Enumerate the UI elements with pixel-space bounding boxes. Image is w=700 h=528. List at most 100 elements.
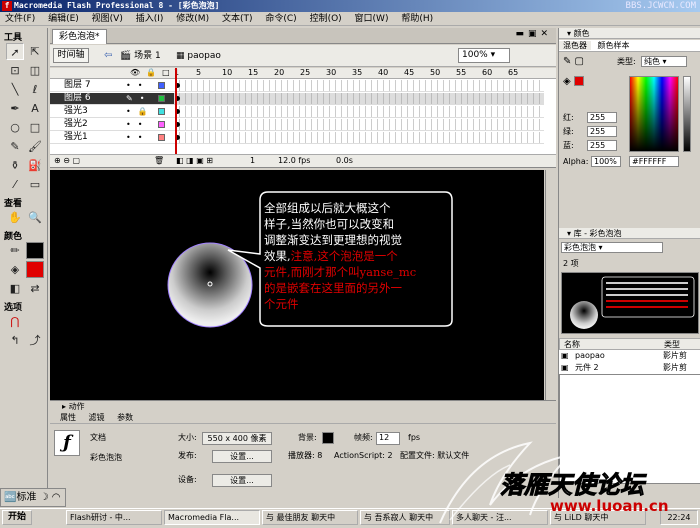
background-color-swatch[interactable]	[322, 432, 334, 444]
red-input[interactable]: 255	[587, 112, 617, 123]
straighten-icon[interactable]: ⤴	[26, 332, 44, 349]
layer-row[interactable]: 图层 7 ••	[50, 80, 174, 92]
swap-colors-icon[interactable]: ⇄	[26, 280, 44, 297]
document-size-button[interactable]: 550 x 400 像素	[202, 432, 272, 445]
free-transform-icon[interactable]: ⊡	[6, 62, 24, 79]
layer-row[interactable]: 强光2 ••	[50, 119, 174, 131]
menu-help[interactable]: 帮助(H)	[396, 12, 438, 26]
hex-color-input[interactable]: #FFFFFF	[629, 156, 679, 167]
default-colors-icon[interactable]: ◧	[6, 280, 24, 297]
layer-frames[interactable]	[174, 93, 544, 105]
publish-settings-button[interactable]: 设置...	[212, 450, 272, 463]
actions-panel-header[interactable]: ▸ 动作	[50, 400, 556, 412]
gradient-transform-icon[interactable]: ◫	[26, 62, 44, 79]
menu-view[interactable]: 视图(V)	[87, 12, 128, 26]
text-tool-icon[interactable]: A	[26, 100, 44, 117]
layer-row[interactable]: 强光3 •🔒	[50, 106, 174, 118]
menu-file[interactable]: 文件(F)	[0, 12, 40, 26]
task-button-active[interactable]: Macromedia Fla...	[164, 510, 260, 525]
pencil-tool-icon[interactable]: ✎	[6, 138, 24, 155]
layer-frames[interactable]	[174, 106, 544, 118]
layer-dots[interactable]: ••	[126, 119, 149, 130]
brush-tool-icon[interactable]: 🖌	[26, 138, 44, 155]
layer-frames[interactable]	[174, 119, 544, 131]
layer-frames[interactable]	[174, 132, 544, 144]
library-document-select[interactable]: 彩色泡泡 ▾	[561, 242, 663, 253]
menu-commands[interactable]: 命令(C)	[260, 12, 301, 26]
library-item[interactable]: ▣ paopao 影片剪	[559, 350, 700, 362]
fill-color-swatch[interactable]	[26, 261, 44, 278]
menu-window[interactable]: 窗口(W)	[350, 12, 394, 26]
tab-color-mixer[interactable]: 混色器	[559, 41, 591, 50]
window-controls[interactable]: ▬▣✕	[515, 29, 552, 39]
fill-color-icon[interactable]: ◈	[6, 261, 24, 278]
playhead[interactable]	[175, 68, 177, 154]
color-spectrum-picker[interactable]	[629, 76, 679, 152]
layer-outline-color[interactable]	[158, 134, 165, 141]
layer-row[interactable]: 强光1 ••	[50, 132, 174, 144]
timeline-toggle-button[interactable]: 时间轴	[53, 48, 89, 63]
line-tool-icon[interactable]: ╲	[6, 81, 24, 98]
library-col-type[interactable]: 类型	[664, 339, 680, 350]
tab-color-swatches[interactable]: 颜色样本	[594, 41, 634, 50]
layer-row-selected[interactable]: 图层 6 ✎•	[50, 93, 174, 105]
ink-bottle-icon[interactable]: ⚱	[6, 157, 24, 174]
pen-tool-icon[interactable]: ✒	[6, 100, 24, 117]
symbol-breadcrumb[interactable]: ▦ paopao	[176, 49, 221, 63]
brightness-slider[interactable]	[683, 76, 691, 152]
tab-parameters[interactable]: 参数	[117, 413, 133, 422]
menu-insert[interactable]: 插入(I)	[131, 12, 169, 26]
menu-text[interactable]: 文本(T)	[217, 12, 258, 26]
stage[interactable]: 全部组成以后就大概这个 样子,当然你也可以改变和 调整渐变达到更理想的视觉 效果…	[50, 170, 544, 416]
paint-bucket-icon[interactable]: ⛽	[26, 157, 44, 174]
hand-tool-icon[interactable]: ✋	[6, 209, 24, 226]
layer-dots[interactable]: •🔒	[126, 106, 155, 117]
layer-dots[interactable]: ••	[126, 80, 149, 91]
library-panel-header[interactable]: ▾ 库 - 彩色泡泡	[559, 228, 700, 239]
color-type-select[interactable]: 纯色 ▾	[641, 56, 687, 67]
layer-visibility-lock-outline-icons[interactable]: 👁🔒□	[130, 68, 176, 77]
rectangle-tool-icon[interactable]: □	[26, 119, 44, 136]
layer-outline-color[interactable]	[158, 82, 165, 89]
fill-icon[interactable]: ◈	[563, 76, 584, 87]
ime-language-bar[interactable]: 🔤标准 ☽ ◠ ⌨	[0, 488, 66, 520]
fill-swatch[interactable]	[573, 76, 584, 86]
delete-layer-icon[interactable]: 🗑	[154, 155, 164, 167]
frame-rate-input[interactable]: 12	[376, 432, 400, 445]
menu-modify[interactable]: 修改(M)	[171, 12, 214, 26]
subselect-tool-icon[interactable]: ⇱	[26, 43, 44, 60]
document-tab[interactable]: 彩色泡泡*	[52, 29, 107, 44]
add-layer-icon[interactable]: ⊕ ⊖ ▢	[54, 155, 80, 167]
menu-edit[interactable]: 编辑(E)	[43, 12, 84, 26]
tab-filters[interactable]: 滤镜	[89, 413, 105, 422]
tab-properties[interactable]: 属性	[60, 413, 76, 422]
layer-dots[interactable]: ••	[126, 132, 149, 143]
back-arrow-icon[interactable]: ⇦	[104, 50, 112, 61]
green-input[interactable]: 255	[587, 126, 617, 137]
layer-dots[interactable]: ✎•	[126, 93, 151, 104]
layer-frames[interactable]	[174, 80, 544, 92]
task-button[interactable]: Flash研讨 - 中...	[66, 510, 162, 525]
layer-outline-color[interactable]	[158, 108, 165, 115]
library-col-name[interactable]: 名称	[564, 339, 580, 350]
blue-input[interactable]: 255	[587, 140, 617, 151]
scene-breadcrumb[interactable]: 🎬 场景 1	[120, 49, 161, 63]
layer-outline-color[interactable]	[158, 121, 165, 128]
stroke-icon[interactable]: ✎ ▢	[563, 56, 584, 67]
color-panel-header[interactable]: ▾ 颜色	[559, 28, 700, 39]
library-item[interactable]: ▣ 元件 2 影片剪	[559, 362, 700, 374]
stroke-color-icon[interactable]: ✏	[6, 242, 24, 259]
stroke-color-swatch[interactable]	[26, 242, 44, 259]
menu-control[interactable]: 控制(O)	[305, 12, 347, 26]
oval-tool-icon[interactable]: ○	[6, 119, 24, 136]
onion-skin-icons[interactable]: ◧ ◨ ▣ ⊞	[176, 155, 213, 167]
lasso-tool-icon[interactable]: ℓ	[26, 81, 44, 98]
arrow-tool-icon[interactable]: ➚	[6, 43, 24, 60]
eraser-icon[interactable]: ▭	[26, 176, 44, 193]
smooth-icon[interactable]: ↰	[6, 332, 24, 349]
zoom-select[interactable]: 100% ▾	[458, 48, 510, 63]
zoom-tool-icon[interactable]: 🔍	[26, 209, 44, 226]
eyedropper-icon[interactable]: ⁄	[6, 176, 24, 193]
snap-magnet-icon[interactable]: ⋂	[6, 313, 24, 330]
alpha-input[interactable]: 100%	[591, 156, 621, 167]
